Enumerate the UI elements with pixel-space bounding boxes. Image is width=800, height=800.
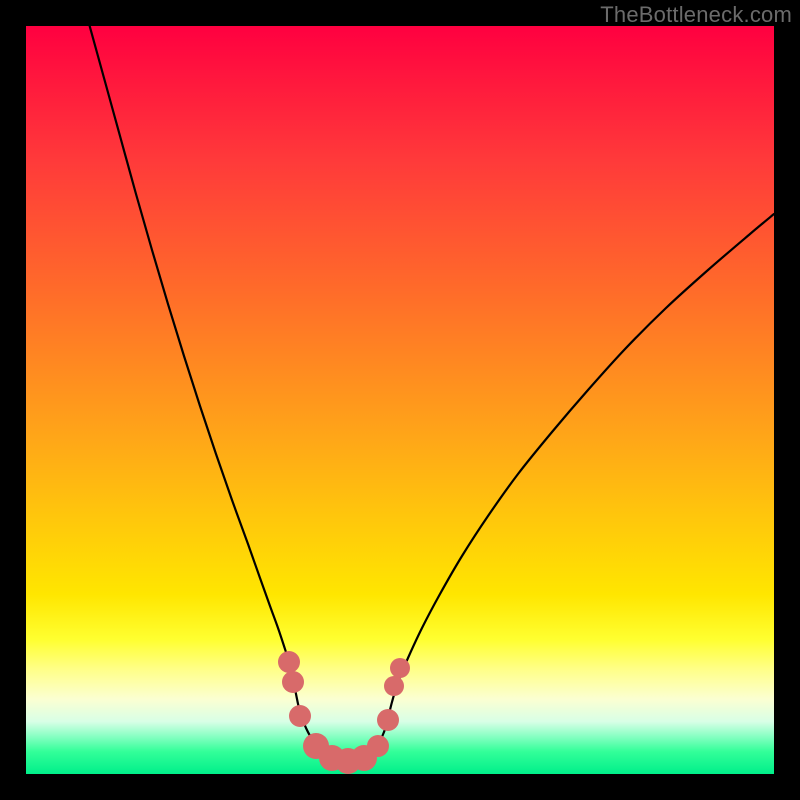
watermark-text: TheBottleneck.com bbox=[600, 2, 792, 28]
marker-dot bbox=[282, 671, 304, 693]
marker-dot bbox=[278, 651, 300, 673]
marker-dot bbox=[289, 705, 311, 727]
curve-right bbox=[348, 214, 774, 761]
marker-dot bbox=[390, 658, 410, 678]
curve-left bbox=[88, 26, 348, 761]
marker-dot bbox=[384, 676, 404, 696]
chart-area bbox=[26, 26, 774, 774]
marker-dots bbox=[278, 651, 410, 774]
marker-dot bbox=[367, 735, 389, 757]
curve-svg bbox=[26, 26, 774, 774]
marker-dot bbox=[377, 709, 399, 731]
